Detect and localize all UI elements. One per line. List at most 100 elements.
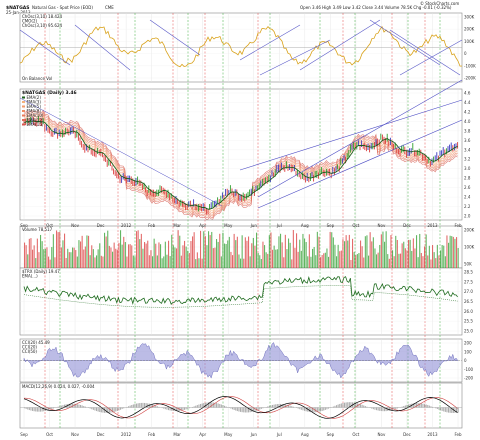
volume-bar: [452, 236, 454, 268]
macd-histogram-bar: [80, 404, 82, 408]
y-tick-label: 200: [464, 341, 472, 346]
y-tick-label: 200K: [464, 228, 475, 233]
volume-bar: [406, 250, 408, 268]
volume-bar: [83, 249, 85, 268]
macd-histogram-bar: [28, 407, 30, 411]
macd-histogram-bar: [380, 407, 382, 412]
volume-bar: [105, 236, 107, 268]
macd-histogram-bar: [51, 407, 53, 410]
macd-histogram-bar: [240, 407, 242, 412]
macd-histogram-bar: [201, 403, 203, 408]
volume-bar: [412, 238, 414, 268]
volume-bar: [368, 255, 370, 268]
legend-swatch: [22, 114, 25, 117]
volume-bar: [326, 248, 328, 268]
volume-bar: [340, 250, 342, 268]
x-tick-label: Apr: [199, 432, 206, 437]
volume-bar: [33, 245, 35, 268]
macd-histogram-bar: [457, 407, 459, 413]
volume-bar: [48, 256, 50, 268]
volume-bar: [260, 258, 262, 268]
volume-bar: [128, 244, 130, 268]
volume-bar: [216, 239, 218, 268]
macd-histogram-bar: [416, 403, 418, 408]
volume-bar: [403, 241, 405, 268]
macd-histogram-bar: [222, 405, 224, 408]
volume-bar: [345, 235, 347, 268]
volume-bar: [443, 245, 445, 268]
volume-bar: [411, 250, 413, 268]
volume-bar: [65, 258, 67, 268]
volume-bar: [169, 256, 171, 268]
y-tick-label: 4.6: [464, 91, 471, 96]
macd-histogram-bar: [361, 404, 363, 408]
instrument-name: Natural Gas - Spot Price (EOD): [32, 5, 93, 10]
y-tick-label: 26.5: [464, 299, 473, 304]
volume-bar: [385, 231, 387, 268]
macd-histogram-bar: [30, 407, 32, 411]
volume-bar: [444, 256, 446, 268]
macd-histogram-bar: [94, 407, 96, 411]
volume-bar: [420, 252, 422, 268]
macd-histogram-bar: [196, 405, 198, 408]
legend-swatch: [22, 96, 25, 99]
volume-bar: [180, 255, 182, 268]
volume-bar: [212, 248, 214, 268]
macd-histogram-bar: [449, 407, 451, 413]
volume-bar: [196, 252, 198, 268]
volume-bar: [302, 233, 304, 268]
volume-bar: [308, 234, 310, 268]
volume-bar: [156, 255, 158, 268]
y-tick-label: -200: [464, 376, 474, 381]
y-tick-label: -100K: [464, 63, 476, 68]
macd-histogram-bar: [353, 402, 355, 408]
volume-bar: [132, 255, 134, 268]
volume-bar: [243, 258, 245, 268]
volume-bar: [104, 232, 106, 268]
macd-histogram-bar: [137, 403, 139, 408]
volume-bar: [97, 249, 99, 268]
volume-bar: [166, 254, 168, 268]
macd-histogram-bar: [344, 402, 346, 408]
x-tick-label: 2013: [427, 432, 438, 437]
macd-histogram-bar: [406, 404, 408, 408]
macd-histogram-bar: [377, 407, 379, 411]
volume-bar: [457, 247, 459, 268]
volume-bar: [384, 241, 386, 268]
volume-bar: [30, 238, 32, 268]
volume-bar: [419, 233, 421, 268]
macd-histogram-bar: [40, 407, 42, 412]
macd-histogram-bar: [105, 407, 107, 413]
volume-bar: [342, 239, 344, 268]
macd-histogram-bar: [272, 404, 274, 408]
volume-bar: [177, 230, 179, 268]
macd-histogram-bar: [268, 405, 270, 408]
volume-bar: [286, 249, 288, 268]
macd-histogram-bar: [217, 403, 219, 408]
macd-histogram-bar: [78, 404, 80, 408]
volume-bar: [124, 242, 126, 268]
macd-histogram-bar: [302, 407, 304, 411]
volume-bar: [379, 244, 381, 268]
x-tick-label: Jul: [276, 223, 282, 228]
macd-histogram-bar: [185, 407, 187, 410]
x-tick-label: 2013: [427, 223, 438, 228]
volume-bar: [344, 241, 346, 268]
macd-histogram-bar: [304, 407, 306, 411]
volume-bar: [100, 255, 102, 268]
x-tick-label: 2012: [121, 432, 132, 437]
macd-histogram-bar: [224, 405, 226, 408]
macd-histogram-bar: [340, 403, 342, 408]
macd-histogram-bar: [198, 404, 200, 408]
volume-bar: [390, 235, 392, 268]
volume-bar: [387, 254, 389, 268]
y-tick-label: 4.2: [464, 109, 471, 114]
volume-bar: [174, 247, 176, 268]
volume-bar: [278, 236, 280, 268]
volume-bar: [409, 239, 411, 268]
macd-histogram-bar: [241, 407, 243, 413]
volume-bar: [400, 253, 402, 268]
volume-bar: [296, 233, 298, 268]
macd-histogram-bar: [182, 407, 184, 411]
y-tick-label: 3.4: [464, 147, 471, 152]
